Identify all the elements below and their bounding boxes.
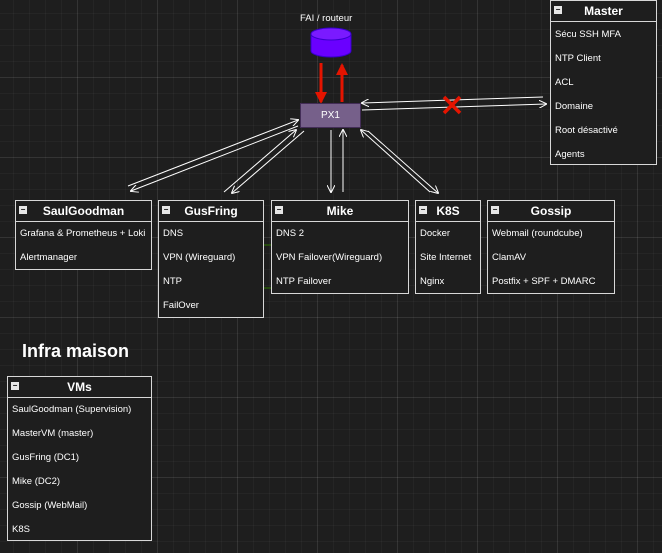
k8s-container[interactable]: K8S Docker Site Internet Nginx [415,200,481,294]
minus-square-icon[interactable] [419,206,427,214]
list-item: Docker [420,228,451,239]
master-container[interactable]: Master Sécu SSH MFA NTP Client ACL Domai… [550,0,657,165]
proxy-to-gus-link [232,130,305,193]
proxy-to-k8s-link [367,130,438,193]
list-item: Postfix + SPF + DMARC [492,276,596,287]
list-item: Site Internet [420,252,472,263]
list-item: NTP Client [555,53,601,64]
list-item: ClamAV [492,252,527,263]
list-item: GusFring (DC1) [12,452,80,463]
mike-title: Mike [326,204,354,218]
master-title: Master [584,4,623,18]
list-item: SaulGoodman (Supervision) [12,404,132,415]
minus-square-icon[interactable] [162,206,170,214]
router-label: FAI / routeur [300,13,353,24]
section-title: Infra maison [22,341,130,361]
proxy-node[interactable]: PX1 [300,103,361,128]
list-item: FailOver [163,300,199,311]
vms-container[interactable]: VMs SaulGoodman (Supervision) MasterVM (… [7,376,152,541]
proxy-to-saul-link [131,125,299,191]
list-item: Mike (DC2) [12,476,61,487]
list-item: K8S [12,524,30,535]
list-item: VPN Failover(Wireguard) [276,252,383,263]
list-item: DNS 2 [276,228,304,239]
list-item: Sécu SSH MFA [555,29,621,40]
gus-to-proxy-link [223,130,296,193]
x-mark-icon [442,95,462,115]
master-header[interactable]: Master [551,1,656,22]
vms-header[interactable]: VMs [8,377,151,398]
minus-square-icon[interactable] [11,382,19,390]
saulgoodman-title: SaulGoodman [42,204,125,218]
minus-square-icon[interactable] [19,206,27,214]
list-item: Gossip (WebMail) [12,500,88,511]
list-item: Domaine [555,101,594,112]
list-item: Grafana & Prometheus + Loki [20,228,146,239]
database-cylinder-icon[interactable] [310,27,352,59]
list-item: Root désactivé [555,125,618,136]
gossip-container[interactable]: Gossip Webmail (roundcube) ClamAV Postfi… [487,200,615,294]
list-item: NTP [163,276,182,287]
list-item: MasterVM (master) [12,428,94,439]
minus-square-icon[interactable] [554,6,562,14]
list-item: Nginx [420,276,445,287]
list-item: Webmail (roundcube) [492,228,583,239]
saulgoodman-container[interactable]: SaulGoodman Grafana & Prometheus + Loki … [15,200,152,270]
gossip-title: Gossip [530,204,572,218]
k8s-title: K8S [436,204,460,218]
gusfring-header[interactable]: GusFring [159,201,263,222]
minus-square-icon[interactable] [491,206,499,214]
list-item: Agents [555,149,585,160]
gossip-header[interactable]: Gossip [488,201,614,222]
k8s-to-proxy-link [361,130,431,193]
gusfring-container[interactable]: GusFring DNS VPN (Wireguard) NTP FailOve… [158,200,264,318]
k8s-header[interactable]: K8S [416,201,480,222]
mike-header[interactable]: Mike [272,201,408,222]
minus-square-icon[interactable] [275,206,283,214]
saul-to-proxy-link [127,120,298,187]
vms-title: VMs [67,380,92,394]
list-item: ACL [555,77,574,88]
list-item: DNS [163,228,184,239]
list-item: NTP Failover [276,276,332,287]
list-item: VPN (Wireguard) [163,252,236,263]
saulgoodman-header[interactable]: SaulGoodman [16,201,151,222]
mike-container[interactable]: Mike DNS 2 VPN Failover(Wireguard) NTP F… [271,200,409,294]
list-item: Alertmanager [20,252,78,263]
gusfring-title: GusFring [184,204,238,218]
